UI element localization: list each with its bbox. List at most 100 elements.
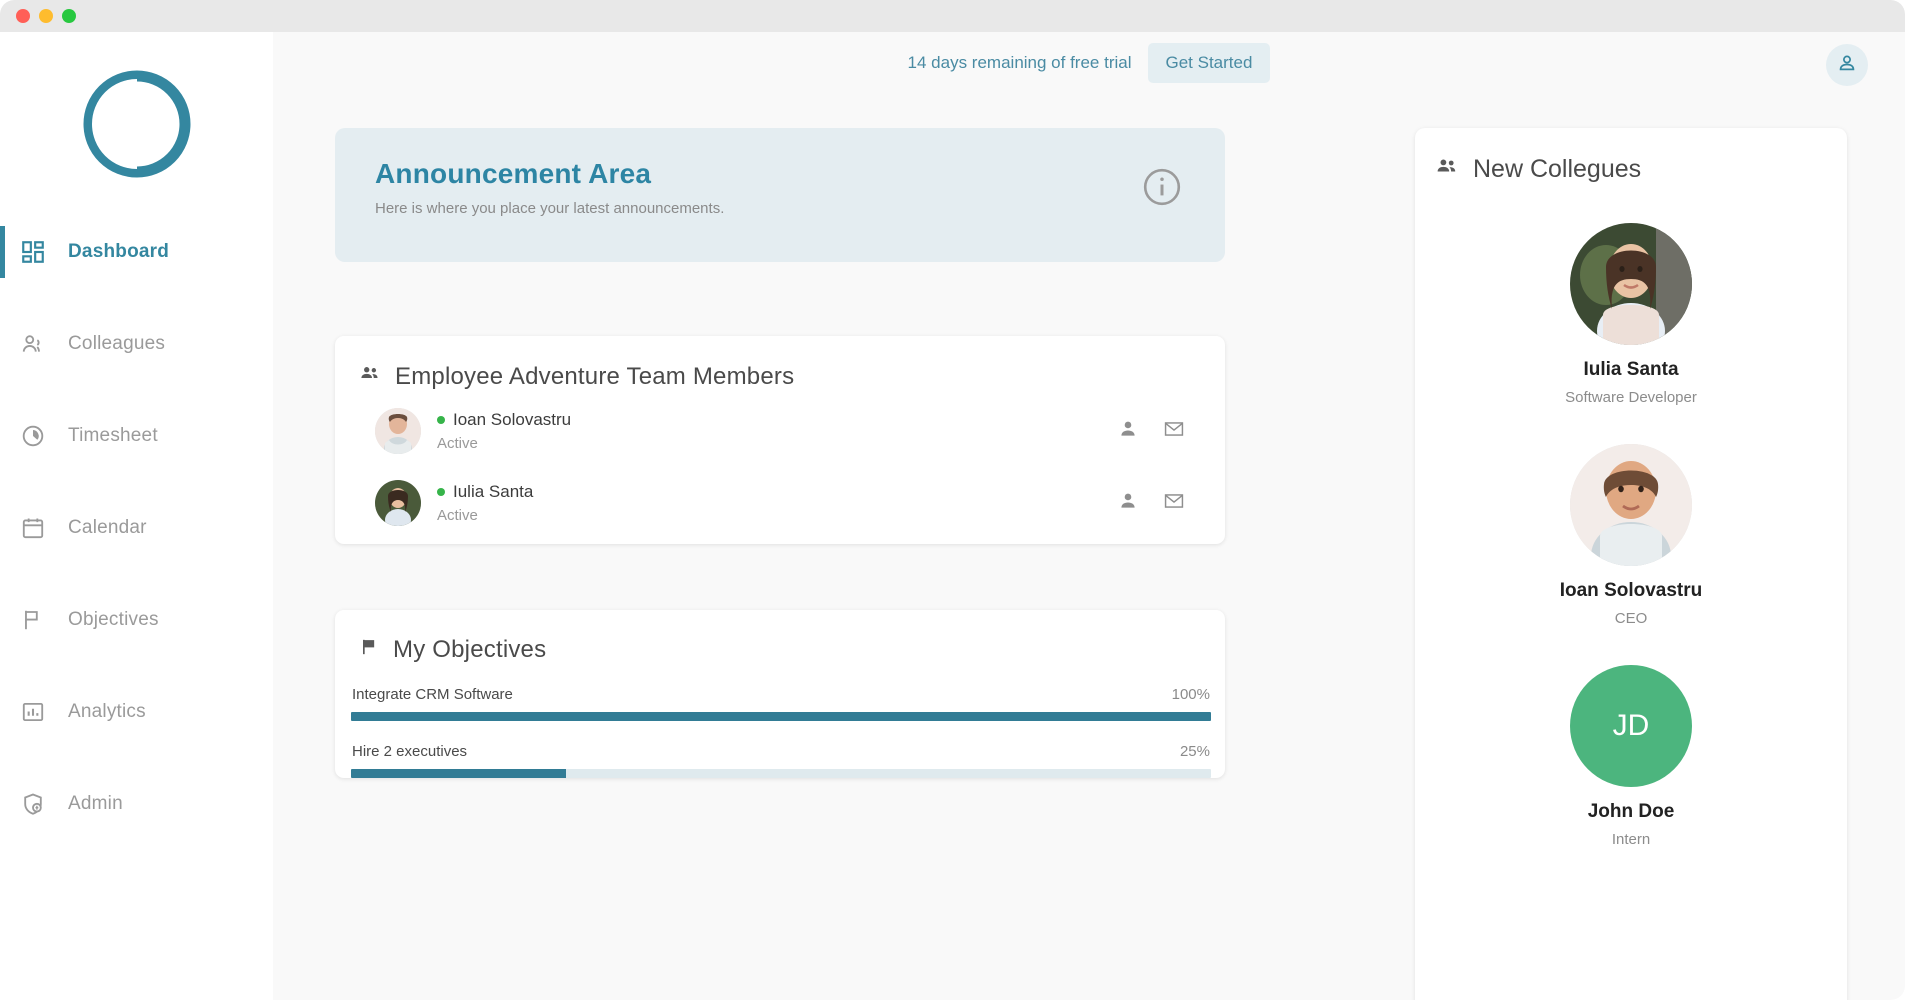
- sidebar-item-objectives[interactable]: Objectives: [0, 598, 273, 642]
- sidebar-item-label: Objectives: [68, 609, 159, 630]
- team-card-title: Employee Adventure Team Members: [395, 362, 795, 390]
- objective-head: Integrate CRM Software 100%: [351, 686, 1211, 712]
- colleague-role: Software Developer: [1565, 389, 1697, 406]
- left-column: Announcement Area Here is where you plac…: [335, 94, 1225, 1000]
- objective-percent: 25%: [1179, 743, 1210, 760]
- flag-icon: [20, 607, 46, 633]
- user-account-button[interactable]: [1826, 44, 1868, 86]
- app-window: Dashboard Colleagues Timesheet Calendar …: [0, 0, 1905, 1000]
- maximize-window-button[interactable]: [62, 9, 76, 23]
- person-icon: [1836, 52, 1858, 79]
- progress-bar-track: [351, 712, 1211, 721]
- sidebar-nav: Dashboard Colleagues Timesheet Calendar …: [0, 226, 273, 874]
- clock-icon: [20, 423, 46, 449]
- row-actions: [1117, 418, 1185, 445]
- objective-item: Integrate CRM Software 100%: [335, 686, 1225, 721]
- avatar: [375, 408, 421, 454]
- sidebar-item-label: Admin: [68, 793, 123, 814]
- person-icon[interactable]: [1117, 490, 1139, 517]
- avatar: [1570, 444, 1692, 566]
- bar-chart-icon: [20, 699, 46, 725]
- objectives-card: My Objectives Integrate CRM Software 100…: [335, 610, 1225, 778]
- member-info: Ioan Solovastru Active: [437, 410, 1117, 452]
- minimize-window-button[interactable]: [39, 9, 53, 23]
- sidebar-item-label: Colleagues: [68, 333, 166, 354]
- info-circle-icon[interactable]: [1141, 166, 1183, 213]
- objective-item: Hire 2 executives 25%: [335, 743, 1225, 778]
- announcement-subtitle: Here is where you place your latest anno…: [375, 200, 725, 217]
- trial-banner: 14 days remaining of free trial Get Star…: [908, 43, 1271, 83]
- sidebar-item-analytics[interactable]: Analytics: [0, 690, 273, 734]
- sidebar-item-admin[interactable]: Admin: [0, 782, 273, 826]
- sidebar-item-calendar[interactable]: Calendar: [0, 506, 273, 550]
- member-status: Active: [437, 507, 478, 524]
- member-name-row: Iulia Santa: [437, 482, 1117, 502]
- objective-percent: 100%: [1171, 686, 1210, 703]
- colleague-name: Ioan Solovastru: [1559, 580, 1703, 601]
- envelope-icon[interactable]: [1163, 418, 1185, 445]
- member-name-row: Ioan Solovastru: [437, 410, 1117, 430]
- sidebar-item-label: Calendar: [68, 517, 147, 538]
- person-icon[interactable]: [1117, 418, 1139, 445]
- new-colleagues-card: New Collegues Iulia Santa Software Devel…: [1415, 128, 1847, 1000]
- objective-label: Integrate CRM Software: [352, 686, 513, 703]
- team-members-card: Employee Adventure Team Members Ioan Sol…: [335, 336, 1225, 544]
- sidebar-item-colleagues[interactable]: Colleagues: [0, 322, 273, 366]
- people-icon: [359, 362, 381, 391]
- announcement-card: Announcement Area Here is where you plac…: [335, 128, 1225, 262]
- calendar-icon: [20, 515, 46, 541]
- colleagues-card-title: New Collegues: [1473, 155, 1642, 183]
- list-item[interactable]: JD John Doe Intern: [1415, 665, 1847, 848]
- member-name: Ioan Solovastru: [453, 410, 572, 429]
- progress-bar-fill: [351, 712, 1211, 721]
- colleague-role: Intern: [1611, 831, 1651, 848]
- avatar: [375, 480, 421, 526]
- sidebar-item-label: Dashboard: [68, 241, 170, 262]
- avatar: [1570, 223, 1692, 345]
- status-dot: [437, 416, 445, 424]
- list-item[interactable]: Iulia Santa Software Developer: [1415, 223, 1847, 406]
- progress-bar-track: [351, 769, 1211, 778]
- sidebar: Dashboard Colleagues Timesheet Calendar …: [0, 32, 273, 1000]
- objectives-card-header: My Objectives: [335, 610, 1225, 664]
- shield-lock-icon: [20, 791, 46, 817]
- app-logo: [0, 32, 273, 230]
- main-content: 14 days remaining of free trial Get Star…: [273, 32, 1905, 1000]
- avatar-initials: JD: [1570, 665, 1692, 787]
- objectives-card-title: My Objectives: [393, 636, 547, 663]
- table-row[interactable]: Ioan Solovastru Active: [335, 399, 1225, 463]
- people-icon: [1435, 154, 1459, 185]
- member-name: Iulia Santa: [453, 482, 534, 501]
- row-actions: [1117, 490, 1185, 517]
- objective-head: Hire 2 executives 25%: [351, 743, 1211, 769]
- colleagues-card-header: New Collegues: [1415, 128, 1847, 185]
- topbar: 14 days remaining of free trial Get Star…: [273, 32, 1905, 94]
- dashboard-content: Announcement Area Here is where you plac…: [273, 94, 1905, 1000]
- member-info: Iulia Santa Active: [437, 482, 1117, 524]
- sidebar-item-label: Timesheet: [68, 425, 158, 446]
- sidebar-item-timesheet[interactable]: Timesheet: [0, 414, 273, 458]
- colleague-name: Iulia Santa: [1583, 359, 1679, 380]
- colleague-name: John Doe: [1587, 801, 1675, 822]
- flag-icon: [359, 636, 379, 664]
- member-status: Active: [437, 435, 478, 452]
- progress-bar-fill: [351, 769, 566, 778]
- table-row[interactable]: Iulia Santa Active: [335, 471, 1225, 535]
- sidebar-item-dashboard[interactable]: Dashboard: [0, 226, 273, 278]
- trial-text: 14 days remaining of free trial: [907, 53, 1132, 72]
- people-icon: [20, 331, 46, 357]
- right-column: New Collegues Iulia Santa Software Devel…: [1415, 94, 1847, 1000]
- close-window-button[interactable]: [16, 9, 30, 23]
- get-started-button[interactable]: Get Started: [1147, 43, 1271, 83]
- colleague-role: CEO: [1614, 610, 1648, 627]
- objective-label: Hire 2 executives: [352, 743, 468, 760]
- envelope-icon[interactable]: [1163, 490, 1185, 517]
- window-titlebar: [0, 0, 1905, 32]
- sidebar-item-label: Analytics: [68, 701, 146, 722]
- status-dot: [437, 488, 445, 496]
- announcement-text: Announcement Area Here is where you plac…: [375, 158, 724, 217]
- team-card-header: Employee Adventure Team Members: [335, 336, 1225, 391]
- announcement-title: Announcement Area: [375, 158, 652, 189]
- dashboard-grid-icon: [20, 239, 46, 265]
- list-item[interactable]: Ioan Solovastru CEO: [1415, 444, 1847, 627]
